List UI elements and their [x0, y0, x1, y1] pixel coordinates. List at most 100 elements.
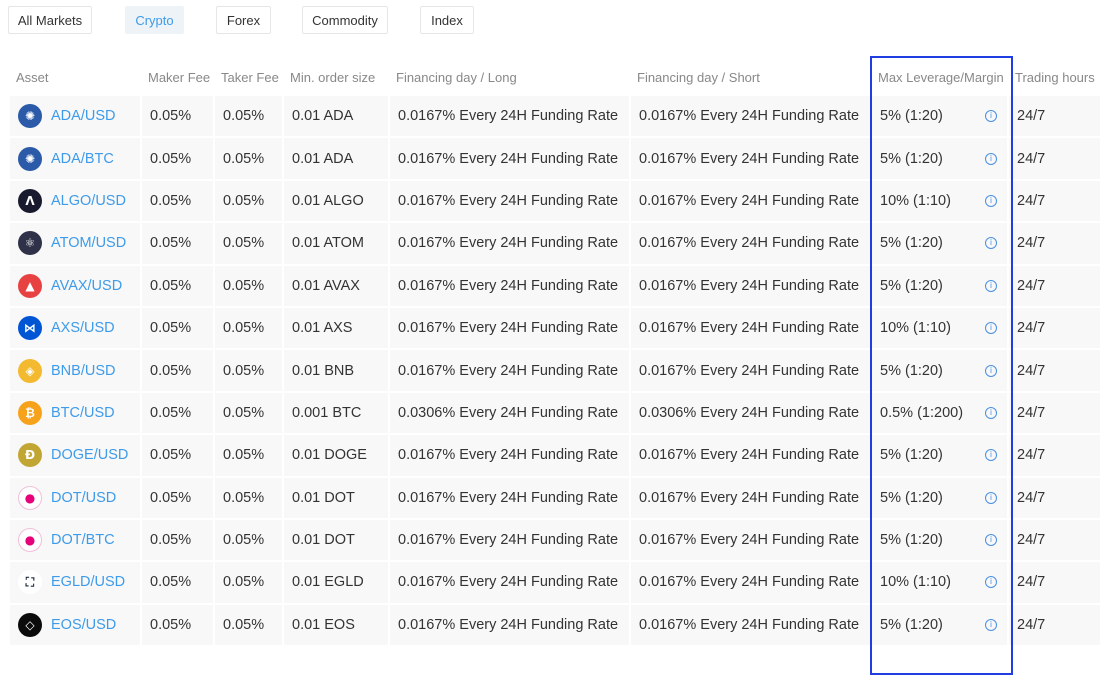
asset-link[interactable]: ADA/USD: [51, 108, 115, 124]
maker-fee-cell: 0.05%: [142, 138, 215, 181]
taker-fee-cell: 0.05%: [215, 435, 284, 478]
table-row: Λ ALGO/USD 0.05% 0.05% 0.01 ALGO 0.0167% Ever…: [10, 180, 1102, 224]
info-icon[interactable]: i: [985, 449, 997, 462]
asset-cell: ✺ ADA/BTC: [10, 138, 142, 181]
asset-link[interactable]: ALGO/USD: [51, 193, 126, 209]
table-row: ✺ ADA/USD 0.05% 0.05% 0.01 ADA 0.0167% Every …: [10, 96, 1102, 139]
info-icon[interactable]: i: [985, 152, 997, 165]
asset-link[interactable]: EGLD/USD: [51, 574, 125, 590]
info-icon[interactable]: i: [985, 406, 997, 419]
max-leverage-cell: 5% (1:20) i: [872, 477, 1009, 520]
taker-fee-cell: 0.05%: [215, 392, 284, 436]
col-header-financing-long: Financing day / Long: [396, 69, 517, 85]
asset-link[interactable]: AVAX/USD: [51, 278, 122, 294]
info-icon[interactable]: i: [985, 576, 997, 589]
financing-short-cell: 0.0167% Every 24H Funding Rate: [631, 138, 872, 181]
info-icon[interactable]: i: [985, 491, 997, 504]
info-icon[interactable]: i: [985, 237, 997, 250]
avalanche-icon: ▲: [18, 273, 42, 298]
financing-long-cell: 0.0167% Every 24H Funding Rate: [390, 180, 631, 224]
asset-link[interactable]: DOT/BTC: [51, 532, 115, 548]
info-icon[interactable]: i: [985, 364, 997, 377]
cardano-icon: ✺: [18, 104, 42, 129]
cosmos-icon: ⚛: [18, 231, 42, 256]
maker-fee-cell: 0.05%: [142, 180, 215, 224]
asset-link[interactable]: AXS/USD: [51, 320, 115, 336]
tab-commodity[interactable]: Commodity: [302, 6, 388, 34]
min-order-cell: 0.01 ALGO: [284, 180, 390, 224]
financing-short-cell: 0.0167% Every 24H Funding Rate: [631, 435, 872, 478]
col-header-taker-fee: Taker Fee: [221, 69, 279, 85]
table-row: ⋈ AXS/USD 0.05% 0.05% 0.01 AXS 0.0167% Every …: [10, 307, 1102, 351]
min-order-cell: 0.001 BTC: [284, 392, 390, 436]
bitcoin-icon: ₿: [18, 400, 42, 425]
info-icon[interactable]: i: [985, 618, 997, 631]
tab-index[interactable]: Index: [420, 6, 474, 34]
asset-link[interactable]: ATOM/USD: [51, 235, 126, 251]
taker-fee-cell: 0.05%: [215, 265, 284, 308]
asset-link[interactable]: ADA/BTC: [51, 151, 114, 167]
taker-fee-cell: 0.05%: [215, 519, 284, 563]
min-order-cell: 0.01 EGLD: [284, 562, 390, 605]
taker-fee-cell: 0.05%: [215, 562, 284, 605]
financing-short-cell: 0.0167% Every 24H Funding Rate: [631, 265, 872, 308]
dogecoin-icon: Ð: [18, 443, 42, 468]
maker-fee-cell: 0.05%: [142, 519, 215, 563]
markets-table: Asset Maker Fee Taker Fee Min. order siz…: [10, 58, 1102, 648]
financing-short-cell: 0.0167% Every 24H Funding Rate: [631, 223, 872, 266]
bnb-icon: ◈: [18, 358, 42, 383]
tab-all-markets[interactable]: All Markets: [8, 6, 92, 34]
table-row: ▲ AVAX/USD 0.05% 0.05% 0.01 AVAX 0.0167% Ever…: [10, 265, 1102, 308]
info-icon[interactable]: i: [985, 279, 997, 292]
max-leverage-value: 5% (1:20): [880, 532, 943, 549]
financing-short-cell: 0.0167% Every 24H Funding Rate: [631, 519, 872, 563]
max-leverage-cell: 5% (1:20) i: [872, 519, 1009, 563]
asset-link[interactable]: BNB/USD: [51, 363, 115, 379]
min-order-cell: 0.01 EOS: [284, 604, 390, 648]
max-leverage-value: 5% (1:20): [880, 235, 943, 252]
max-leverage-cell: 5% (1:20) i: [872, 138, 1009, 181]
trading-hours-cell: 24/7: [1009, 96, 1102, 139]
min-order-cell: 0.01 DOT: [284, 477, 390, 520]
financing-long-cell: 0.0167% Every 24H Funding Rate: [390, 138, 631, 181]
min-order-cell: 0.01 ADA: [284, 96, 390, 139]
asset-link[interactable]: DOT/USD: [51, 490, 116, 506]
maker-fee-cell: 0.05%: [142, 477, 215, 520]
taker-fee-cell: 0.05%: [215, 180, 284, 224]
info-icon[interactable]: i: [985, 322, 997, 335]
asset-link[interactable]: BTC/USD: [51, 405, 115, 421]
table-row: ⚛ ATOM/USD 0.05% 0.05% 0.01 ATOM 0.0167% Ever…: [10, 223, 1102, 266]
asset-link[interactable]: EOS/USD: [51, 617, 116, 633]
col-header-min-order-size: Min. order size: [290, 69, 376, 85]
info-icon[interactable]: i: [985, 534, 997, 547]
max-leverage-cell: 0.5% (1:200) i: [872, 392, 1009, 436]
max-leverage-value: 10% (1:10): [880, 192, 951, 209]
maker-fee-cell: 0.05%: [142, 562, 215, 605]
table-row: ₿ BTC/USD 0.05% 0.05% 0.001 BTC 0.0306% Every…: [10, 392, 1102, 436]
col-header-max-leverage: Max Leverage/Margin: [878, 69, 1004, 85]
financing-long-cell: 0.0167% Every 24H Funding Rate: [390, 519, 631, 563]
tab-forex[interactable]: Forex: [216, 6, 271, 34]
trading-hours-cell: 24/7: [1009, 350, 1102, 393]
asset-cell: ◇ EOS/USD: [10, 604, 142, 648]
asset-cell: ⚛ ATOM/USD: [10, 223, 142, 266]
trading-hours-cell: 24/7: [1009, 392, 1102, 436]
min-order-cell: 0.01 AXS: [284, 307, 390, 351]
algorand-icon: Λ: [18, 188, 42, 213]
tab-crypto[interactable]: Crypto: [125, 6, 184, 34]
asset-link[interactable]: DOGE/USD: [51, 447, 128, 463]
asset-cell: ⋈ AXS/USD: [10, 307, 142, 351]
max-leverage-value: 5% (1:20): [880, 277, 943, 294]
info-icon[interactable]: i: [985, 110, 997, 123]
trading-hours-cell: 24/7: [1009, 307, 1102, 351]
min-order-cell: 0.01 AVAX: [284, 265, 390, 308]
max-leverage-value: 0.5% (1:200): [880, 404, 964, 421]
table-row: Ð DOGE/USD 0.05% 0.05% 0.01 DOGE 0.0167% Ever…: [10, 435, 1102, 478]
max-leverage-cell: 10% (1:10) i: [872, 307, 1009, 351]
financing-short-cell: 0.0167% Every 24H Funding Rate: [631, 96, 872, 139]
taker-fee-cell: 0.05%: [215, 477, 284, 520]
financing-short-cell: 0.0167% Every 24H Funding Rate: [631, 307, 872, 351]
taker-fee-cell: 0.05%: [215, 307, 284, 351]
max-leverage-value: 10% (1:10): [880, 320, 951, 337]
info-icon[interactable]: i: [985, 194, 997, 207]
